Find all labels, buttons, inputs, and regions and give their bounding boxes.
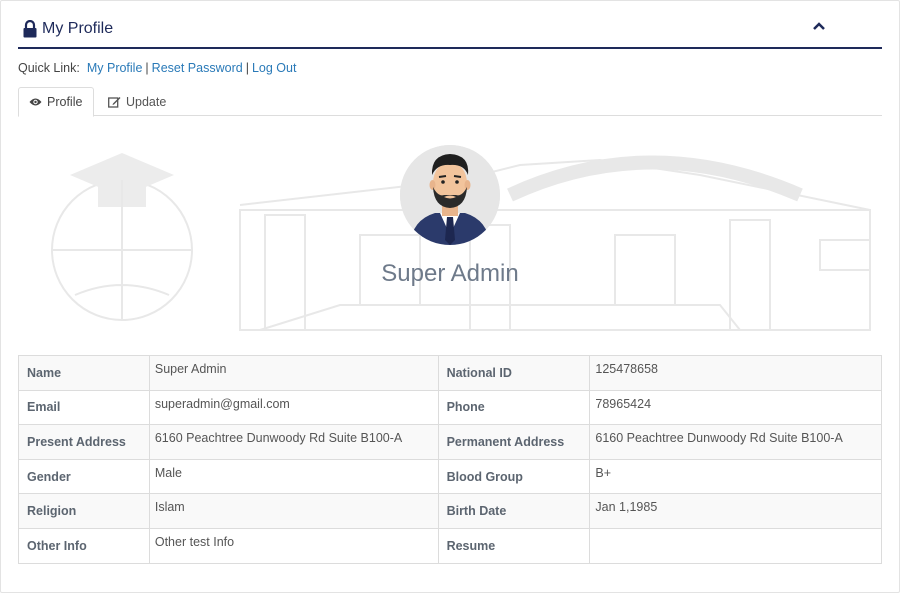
national-id-label: National ID — [437, 355, 591, 391]
email-value: superadmin@gmail.com — [148, 389, 439, 426]
panel-header: My Profile — [18, 14, 882, 49]
permanent-address-value: 6160 Peachtree Dunwoody Rd Suite B100-A — [589, 424, 882, 460]
phone-label: Phone — [437, 389, 591, 426]
page-title: My Profile — [42, 19, 114, 37]
profile-details-table: Name Super Admin National ID 125478658 E… — [18, 355, 882, 564]
tab-update[interactable]: Update — [98, 87, 176, 116]
quick-link-label: Quick Link: — [18, 61, 80, 75]
resume-value — [589, 527, 882, 564]
edit-icon — [108, 96, 121, 108]
avatar — [400, 145, 500, 245]
religion-value: Islam — [148, 493, 439, 529]
table-row: Gender Male Blood Group B+ — [18, 458, 882, 495]
religion-label: Religion — [18, 493, 150, 529]
resume-label: Resume — [437, 527, 591, 564]
reset-password-link[interactable]: Reset Password — [152, 61, 243, 75]
blood-group-value: B+ — [589, 458, 882, 495]
tab-profile-label: Profile — [47, 95, 83, 109]
national-id-value: 125478658 — [589, 355, 882, 391]
email-label: Email — [18, 389, 150, 426]
gender-value: Male — [148, 458, 439, 495]
tab-profile[interactable]: Profile — [18, 87, 94, 117]
birth-date-value: Jan 1,1985 — [589, 493, 882, 529]
table-row: Present Address 6160 Peachtree Dunwoody … — [18, 424, 882, 460]
tab-update-label: Update — [126, 94, 167, 109]
name-label: Name — [18, 355, 150, 391]
chevron-up-icon[interactable] — [812, 19, 826, 33]
tab-bar: Profile Update — [18, 87, 882, 117]
present-address-value: 6160 Peachtree Dunwoody Rd Suite B100-A — [148, 424, 439, 460]
other-info-label: Other Info — [18, 527, 150, 564]
eye-icon — [29, 98, 42, 106]
gender-label: Gender — [18, 458, 150, 495]
blood-group-label: Blood Group — [437, 458, 591, 495]
quick-links: Quick Link: My Profile | Reset Password | Log… — [18, 61, 296, 75]
name-value: Super Admin — [148, 355, 439, 391]
table-row: Other Info Other test Info Resume — [18, 527, 882, 564]
my-profile-link[interactable]: My Profile — [87, 61, 143, 75]
profile-name: Super Admin — [381, 260, 519, 287]
lock-icon — [23, 19, 37, 38]
separator: | — [245, 61, 249, 75]
separator: | — [145, 61, 149, 75]
table-row: Email superadmin@gmail.com Phone 7896542… — [18, 389, 882, 426]
table-row: Religion Islam Birth Date Jan 1,1985 — [18, 493, 882, 529]
present-address-label: Present Address — [18, 424, 150, 460]
other-info-value: Other test Info — [148, 527, 439, 564]
permanent-address-label: Permanent Address — [437, 424, 591, 460]
birth-date-label: Birth Date — [437, 493, 591, 529]
table-row: Name Super Admin National ID 125478658 — [18, 355, 882, 391]
phone-value: 78965424 — [589, 389, 882, 426]
logout-link[interactable]: Log Out — [252, 61, 296, 75]
